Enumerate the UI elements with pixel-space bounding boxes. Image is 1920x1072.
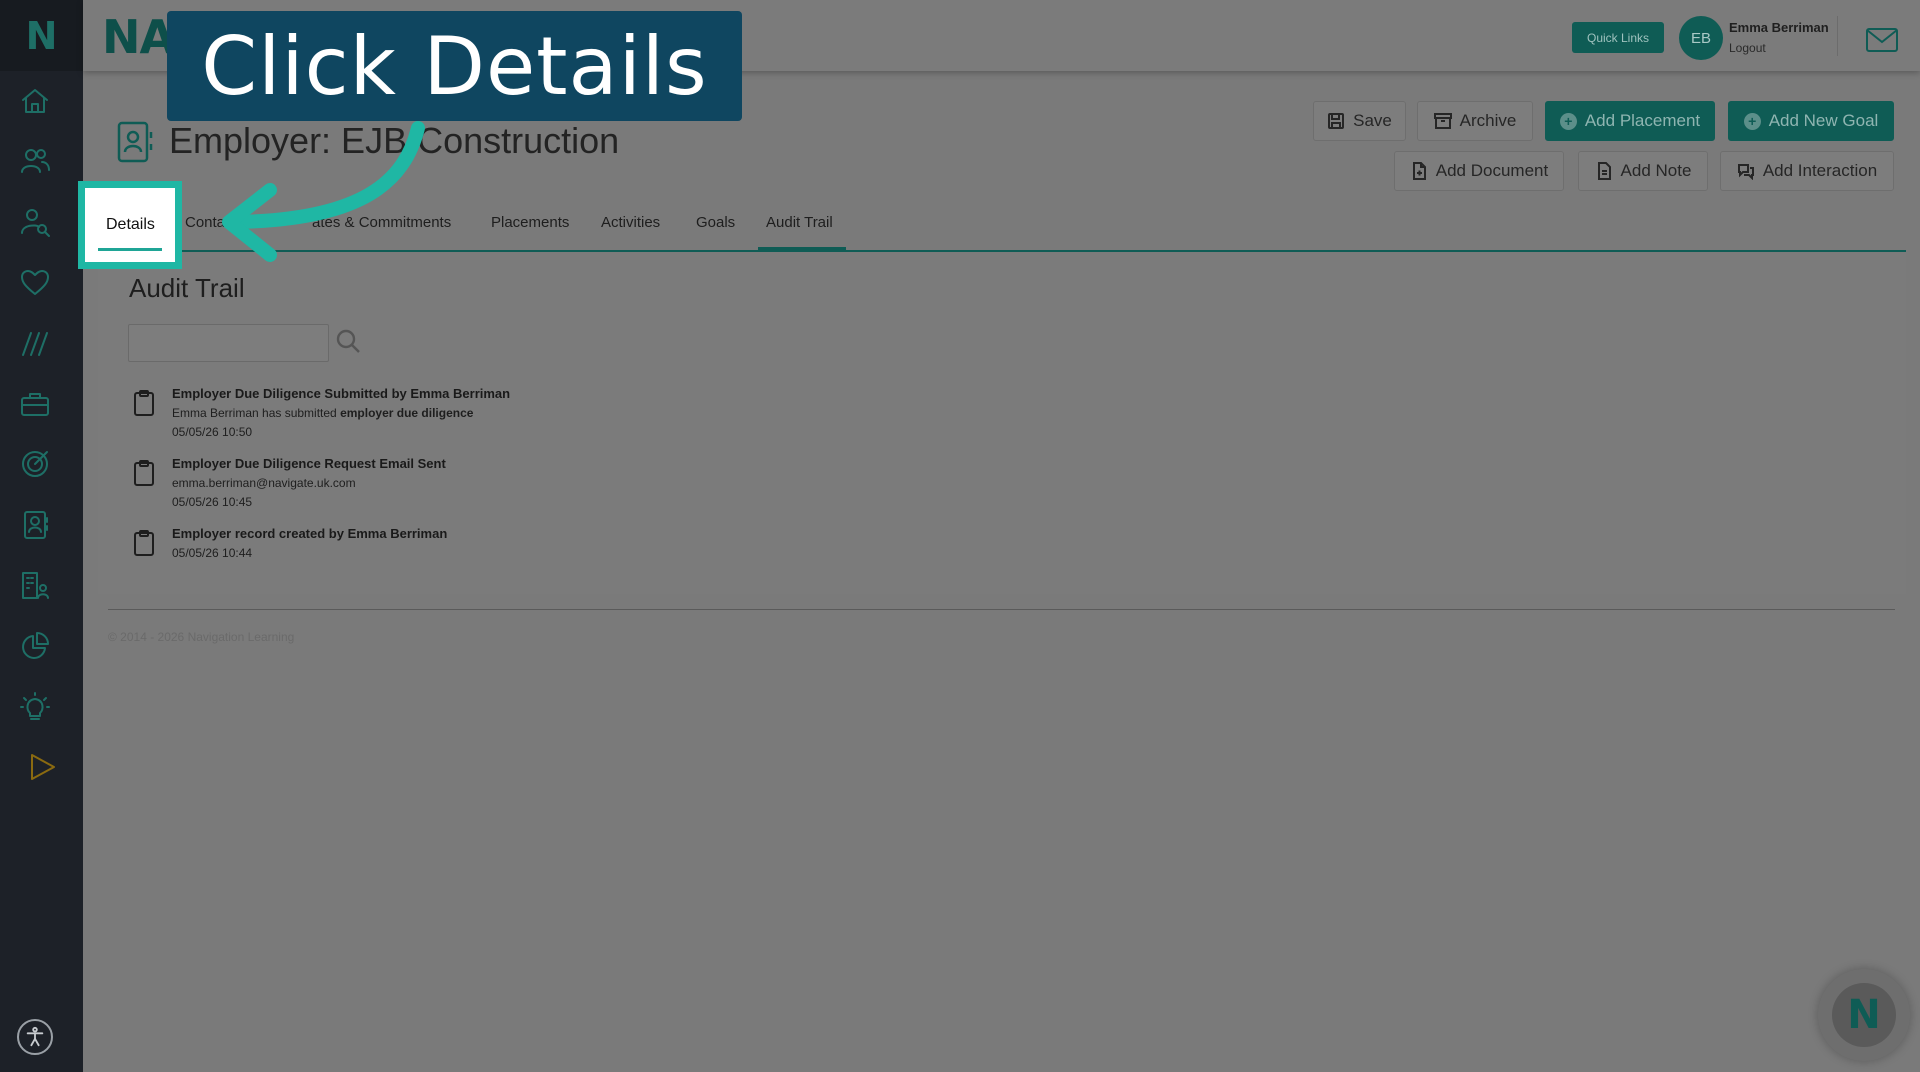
sidebar-item-briefcase[interactable] (17, 386, 53, 422)
target-icon (22, 451, 48, 477)
mail-icon (1866, 28, 1898, 52)
quick-links-button[interactable]: Quick Links (1572, 22, 1664, 53)
sidebar-item-contact-card[interactable] (17, 507, 53, 543)
pointer-arrow-icon (215, 120, 435, 280)
sidebar-item-target[interactable] (17, 446, 53, 482)
tab-details-underline (98, 248, 162, 251)
add-interaction-button[interactable]: Add Interaction (1720, 151, 1894, 191)
logo-text: N (25, 13, 58, 58)
instruction-callout: Click Details (167, 11, 742, 121)
bot-avatar-icon: N (1832, 983, 1896, 1047)
clipboard-icon (132, 389, 156, 417)
employer-card-icon (115, 120, 155, 164)
archive-button[interactable]: Archive (1417, 101, 1533, 141)
pie-chart-icon (22, 632, 49, 659)
entry-title: Employer Due Diligence Submitted by Emma… (172, 386, 511, 401)
accessibility-button[interactable] (17, 1019, 53, 1055)
accessibility-icon (26, 1026, 44, 1047)
slashes-icon (22, 332, 48, 356)
add-placement-button[interactable]: + Add Placement (1545, 101, 1715, 141)
add-interaction-label: Add Interaction (1762, 161, 1878, 180)
copyright: © 2014 - 2026 Navigation Learning (108, 630, 295, 644)
tab-placements[interactable]: Placements (491, 214, 569, 236)
entry-description: emma.berriman@navigate.uk.com (172, 476, 356, 490)
archive-icon (1433, 113, 1452, 129)
clipboard-icon (132, 459, 156, 487)
mail-button[interactable] (1865, 27, 1899, 53)
sidebar-item-home[interactable] (17, 83, 53, 119)
entry-timestamp: 05/05/26 10:50 (172, 425, 253, 439)
sidebar-item-people[interactable] (17, 143, 53, 179)
sidebar-item-lightbulb[interactable] (17, 689, 53, 725)
plus-circle-icon: + (1559, 112, 1577, 130)
search-button[interactable] (335, 328, 363, 356)
audit-search-input[interactable] (128, 324, 329, 362)
entry-description-bold: employer due diligence (340, 406, 474, 420)
add-document-button[interactable]: Add Document (1394, 151, 1564, 191)
chat-bubbles-icon (1737, 164, 1754, 180)
entry-title: Employer record created by Emma Berriman (172, 526, 448, 541)
entry-title: Employer Due Diligence Request Email Sen… (172, 456, 446, 471)
chat-assistant-button[interactable]: N (1818, 969, 1910, 1061)
user-name: Emma Berriman (1729, 20, 1829, 35)
tab-details[interactable]: Details (106, 216, 155, 234)
add-document-label: Add Document (1435, 161, 1549, 180)
tab-goals[interactable]: Goals (696, 214, 735, 236)
audit-trail-panel (98, 252, 1906, 594)
sidebar-item-play[interactable] (24, 749, 60, 785)
sidebar: N (0, 0, 83, 1072)
plus-circle-icon: + (1743, 112, 1761, 130)
clipboard-icon (132, 529, 156, 557)
document-icon (1412, 162, 1426, 180)
entry-description-text: Emma Berriman has submitted (172, 406, 341, 420)
sidebar-logo[interactable]: N (0, 0, 83, 71)
entry-timestamp: 05/05/26 10:44 (172, 546, 253, 560)
contact-card-icon (24, 511, 48, 539)
home-icon (22, 89, 48, 113)
sidebar-item-building-person[interactable] (17, 568, 53, 604)
add-note-button[interactable]: Add Note (1578, 151, 1708, 191)
save-icon (1328, 113, 1345, 129)
add-note-label: Add Note (1620, 161, 1692, 180)
avatar[interactable]: EB (1679, 16, 1723, 60)
lightbulb-icon (20, 692, 50, 720)
save-button[interactable]: Save (1313, 101, 1406, 141)
briefcase-icon (21, 393, 49, 416)
note-icon (1597, 162, 1611, 180)
save-label: Save (1353, 111, 1392, 130)
logout-link[interactable]: Logout (1729, 41, 1766, 55)
search-icon (336, 329, 360, 353)
people-icon (21, 149, 50, 173)
header-divider (1837, 16, 1838, 56)
tab-activities[interactable]: Activities (601, 214, 660, 236)
heart-icon (21, 270, 49, 295)
building-person-icon (22, 572, 49, 599)
sidebar-item-pie-chart[interactable] (17, 628, 53, 664)
play-icon (31, 754, 55, 780)
instruction-text: Click Details (201, 19, 708, 113)
add-new-goal-label: Add New Goal (1768, 111, 1879, 130)
entry-description: Emma Berriman has submitted employer due… (172, 406, 473, 420)
add-placement-label: Add Placement (1584, 111, 1701, 130)
entry-timestamp: 05/05/26 10:45 (172, 495, 253, 509)
tab-audit-trail[interactable]: Audit Trail (766, 214, 833, 236)
tab-active-underline (758, 247, 846, 251)
footer-divider (108, 609, 1895, 610)
add-new-goal-button[interactable]: + Add New Goal (1728, 101, 1894, 141)
sidebar-item-heart[interactable] (17, 265, 53, 301)
sidebar-item-slashes[interactable] (17, 325, 53, 361)
person-search-icon (21, 209, 50, 237)
archive-label: Archive (1459, 111, 1517, 130)
sidebar-item-person-search[interactable] (17, 204, 53, 240)
